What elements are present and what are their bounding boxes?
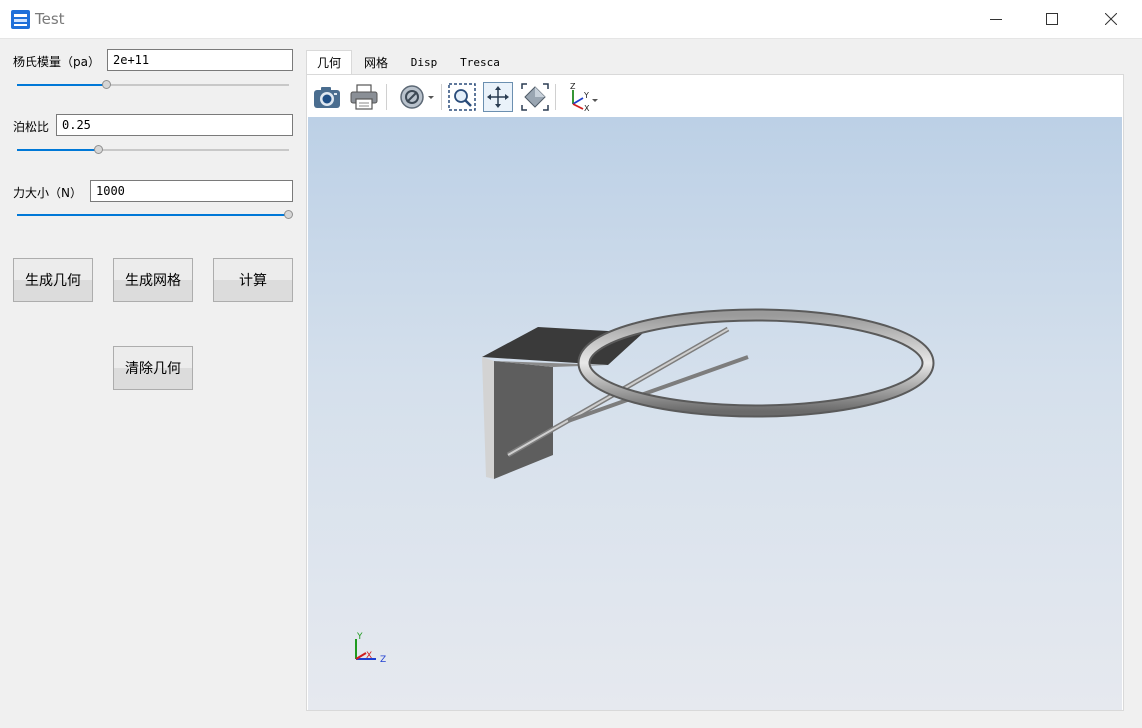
tab-tresca[interactable]: Tresca	[448, 50, 512, 74]
fit-all-icon	[521, 83, 549, 111]
triad-z-label: Z	[380, 655, 386, 665]
zoom-box-icon	[448, 83, 476, 111]
minimize-button[interactable]	[967, 0, 1025, 38]
tab-geometry[interactable]: 几何	[306, 50, 352, 74]
viewer-panel: Z Y X Y X Z	[306, 74, 1124, 711]
axis-triad: Y X Z	[355, 632, 386, 665]
minimize-icon	[990, 19, 1002, 20]
zoom-box-button[interactable]	[447, 82, 477, 112]
tab-mesh[interactable]: 网格	[352, 50, 400, 74]
title-bar: Test	[0, 0, 1142, 39]
slider-fill	[17, 84, 107, 86]
axis-x-label: X	[584, 104, 590, 112]
axis-y-label: Y	[583, 91, 589, 100]
compute-button[interactable]: 计算	[213, 258, 293, 302]
window-title: Test	[35, 10, 65, 28]
maximize-button[interactable]	[1023, 0, 1081, 38]
slider-handle[interactable]	[284, 210, 293, 219]
axis-z-label: Z	[570, 82, 576, 91]
viewer-toolbar: Z Y X	[307, 75, 1123, 117]
clip-plane-icon	[400, 85, 434, 109]
slider-fill	[17, 214, 289, 216]
fit-all-button[interactable]	[520, 82, 550, 112]
toolbar-separator	[386, 84, 387, 110]
triad-x-label: X	[366, 651, 372, 661]
camera-icon	[314, 87, 340, 108]
generate-geometry-button[interactable]: 生成几何	[13, 258, 93, 302]
print-button[interactable]	[349, 82, 379, 112]
toolbar-separator	[555, 84, 556, 110]
pan-icon	[487, 86, 509, 108]
close-button[interactable]	[1082, 0, 1140, 38]
toolbar-separator	[441, 84, 442, 110]
axes-view-button[interactable]: Z Y X	[563, 82, 601, 112]
tab-disp[interactable]: Disp	[400, 50, 448, 74]
poisson-ratio-label: 泊松比	[13, 120, 50, 134]
snapshot-button[interactable]	[312, 82, 342, 112]
poisson-ratio-slider[interactable]	[17, 145, 289, 155]
slider-handle[interactable]	[93, 145, 103, 154]
printer-icon	[350, 84, 378, 110]
app-icon	[11, 10, 30, 29]
maximize-icon	[1046, 13, 1058, 25]
force-slider[interactable]	[17, 210, 293, 220]
parameter-panel: 杨氏模量（pa） 2e+11 泊松比 0.25 力大小（N） 1000 生成几何…	[0, 39, 304, 728]
axes-view-icon: Z Y X	[570, 82, 598, 112]
geometry-render: Y X Z	[355, 308, 935, 665]
force-input[interactable]: 1000	[90, 180, 293, 202]
force-label: 力大小（N）	[13, 186, 82, 200]
youngs-modulus-slider[interactable]	[17, 80, 289, 90]
youngs-modulus-input[interactable]: 2e+11	[107, 49, 293, 71]
close-icon	[1105, 13, 1117, 25]
poisson-ratio-input[interactable]: 0.25	[56, 114, 293, 136]
clip-plane-button[interactable]	[399, 82, 435, 112]
youngs-modulus-label: 杨氏模量（pa）	[13, 55, 100, 69]
pan-button[interactable]	[483, 82, 513, 112]
triad-y-label: Y	[356, 632, 363, 642]
generate-mesh-button[interactable]: 生成网格	[113, 258, 193, 302]
3d-viewport[interactable]: Y X Z	[308, 117, 1122, 710]
slider-handle[interactable]	[101, 80, 111, 89]
slider-fill	[17, 149, 99, 151]
clear-geometry-button[interactable]: 清除几何	[113, 346, 193, 390]
hoop-ring	[577, 308, 935, 418]
